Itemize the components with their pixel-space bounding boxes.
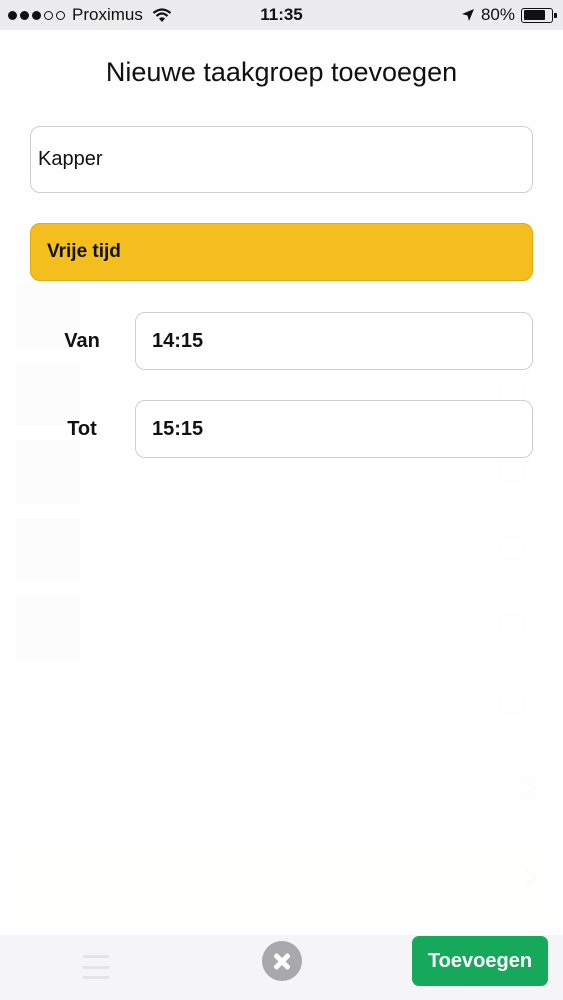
category-select[interactable]: Vrije tijd bbox=[30, 223, 533, 281]
battery-percent: 80% bbox=[480, 5, 515, 24]
battery-icon bbox=[521, 7, 557, 23]
to-label: Tot bbox=[67, 418, 97, 440]
bottom-bar: Toevoegen bbox=[0, 935, 563, 1000]
battery-fill bbox=[523, 10, 546, 20]
menu-icon bbox=[83, 955, 109, 979]
status-bar: Proximus 11:35 80% bbox=[0, 0, 563, 30]
from-time-input[interactable]: 14:15 bbox=[135, 312, 533, 370]
close-icon[interactable] bbox=[262, 941, 302, 981]
add-button[interactable]: Toevoegen bbox=[412, 936, 548, 986]
to-time-input[interactable]: 15:15 bbox=[135, 400, 533, 458]
add-taskgroup-modal: Nieuwe taakgroep toevoegen Kapper Vrije … bbox=[0, 30, 563, 935]
modal-title: Nieuwe taakgroep toevoegen bbox=[105, 57, 458, 87]
from-label: Van bbox=[64, 330, 100, 352]
location-arrow-icon bbox=[461, 9, 474, 21]
status-right: 80% bbox=[461, 5, 557, 25]
name-input[interactable]: Kapper bbox=[30, 126, 533, 193]
